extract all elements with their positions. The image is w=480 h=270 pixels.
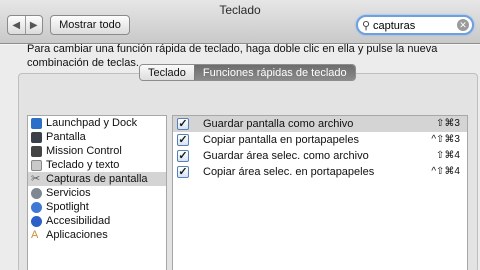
search-input[interactable] [373,18,453,33]
shortcut-checkbox[interactable]: ✓ [177,166,189,178]
toolbar: Teclado ◀ ▶ Mostrar todo ⚲ ✕ [0,0,480,44]
category-label: Accesibilidad [46,215,111,227]
screenshot-icon: ✂ [31,172,41,185]
tab-keyboard-shortcuts[interactable]: Funciones rápidas de teclado [193,65,355,80]
category-label: Launchpad y Dock [46,117,138,129]
display-icon [31,131,42,143]
category-spotlight[interactable]: Spotlight [28,200,166,214]
shortcut-row[interactable]: ✓ Guardar pantalla como archivo ⇧⌘3 [173,116,467,132]
category-services[interactable]: Servicios [28,186,166,200]
shortcut-keys[interactable]: ⇧⌘4 [436,150,460,161]
search-field[interactable]: ⚲ ✕ [356,15,474,35]
category-label: Aplicaciones [46,229,108,241]
shortcut-keys[interactable]: ^⇧⌘4 [431,166,460,177]
category-label: Capturas de pantalla [46,173,148,185]
category-label: Mission Control [46,145,122,157]
category-screenshots[interactable]: ✂ Capturas de pantalla [28,172,166,186]
shortcut-list[interactable]: ✓ Guardar pantalla como archivo ⇧⌘3 ✓ Co… [172,115,468,270]
forward-button[interactable]: ▶ [24,16,43,34]
shortcut-row[interactable]: ✓ Guardar área selec. como archivo ⇧⌘4 [173,148,467,164]
back-button[interactable]: ◀ [8,16,25,34]
show-all-button[interactable]: Mostrar todo [50,15,130,35]
tab-bar: Teclado Funciones rápidas de teclado [139,64,356,81]
shortcut-checkbox[interactable]: ✓ [177,150,189,162]
shortcut-name: Guardar pantalla como archivo [203,118,354,130]
category-label: Pantalla [46,131,86,143]
gear-icon [31,187,42,199]
shortcut-row[interactable]: ✓ Copiar pantalla en portapapeles ^⇧⌘3 [173,132,467,148]
shortcut-checkbox[interactable]: ✓ [177,134,189,146]
category-label: Servicios [46,187,91,199]
shortcut-name: Guardar área selec. como archivo [203,150,369,162]
category-label: Teclado y texto [46,159,120,171]
category-launchpad-dock[interactable]: Launchpad y Dock [28,116,166,130]
shortcut-name: Copiar pantalla en portapapeles [203,134,359,146]
spotlight-icon [31,201,42,213]
category-applications[interactable]: A Aplicaciones [28,228,166,242]
magnifier-icon: ⚲ [362,20,371,32]
shortcut-keys[interactable]: ⇧⌘3 [436,118,460,129]
category-list[interactable]: Launchpad y Dock Pantalla Mission Contro… [27,115,167,270]
category-mission-control[interactable]: Mission Control [28,144,166,158]
category-keyboard-text[interactable]: Teclado y texto [28,158,166,172]
shortcut-keys[interactable]: ^⇧⌘3 [431,134,460,145]
shortcut-checkbox[interactable]: ✓ [177,118,189,130]
clear-icon[interactable]: ✕ [457,19,469,31]
back-forward-buttons: ◀ ▶ [7,15,43,35]
tab-keyboard[interactable]: Teclado [140,65,194,80]
shortcut-name: Copiar área selec. en portapapeles [203,166,375,178]
category-display[interactable]: Pantalla [28,130,166,144]
launchpad-dock-icon [31,117,42,129]
applications-icon: A [31,228,39,241]
mission-control-icon [31,145,42,157]
category-label: Spotlight [46,201,89,213]
shortcut-row[interactable]: ✓ Copiar área selec. en portapapeles ^⇧⌘… [173,164,467,180]
accessibility-icon [31,215,42,227]
keyboard-icon [31,159,42,171]
category-accessibility[interactable]: Accesibilidad [28,214,166,228]
